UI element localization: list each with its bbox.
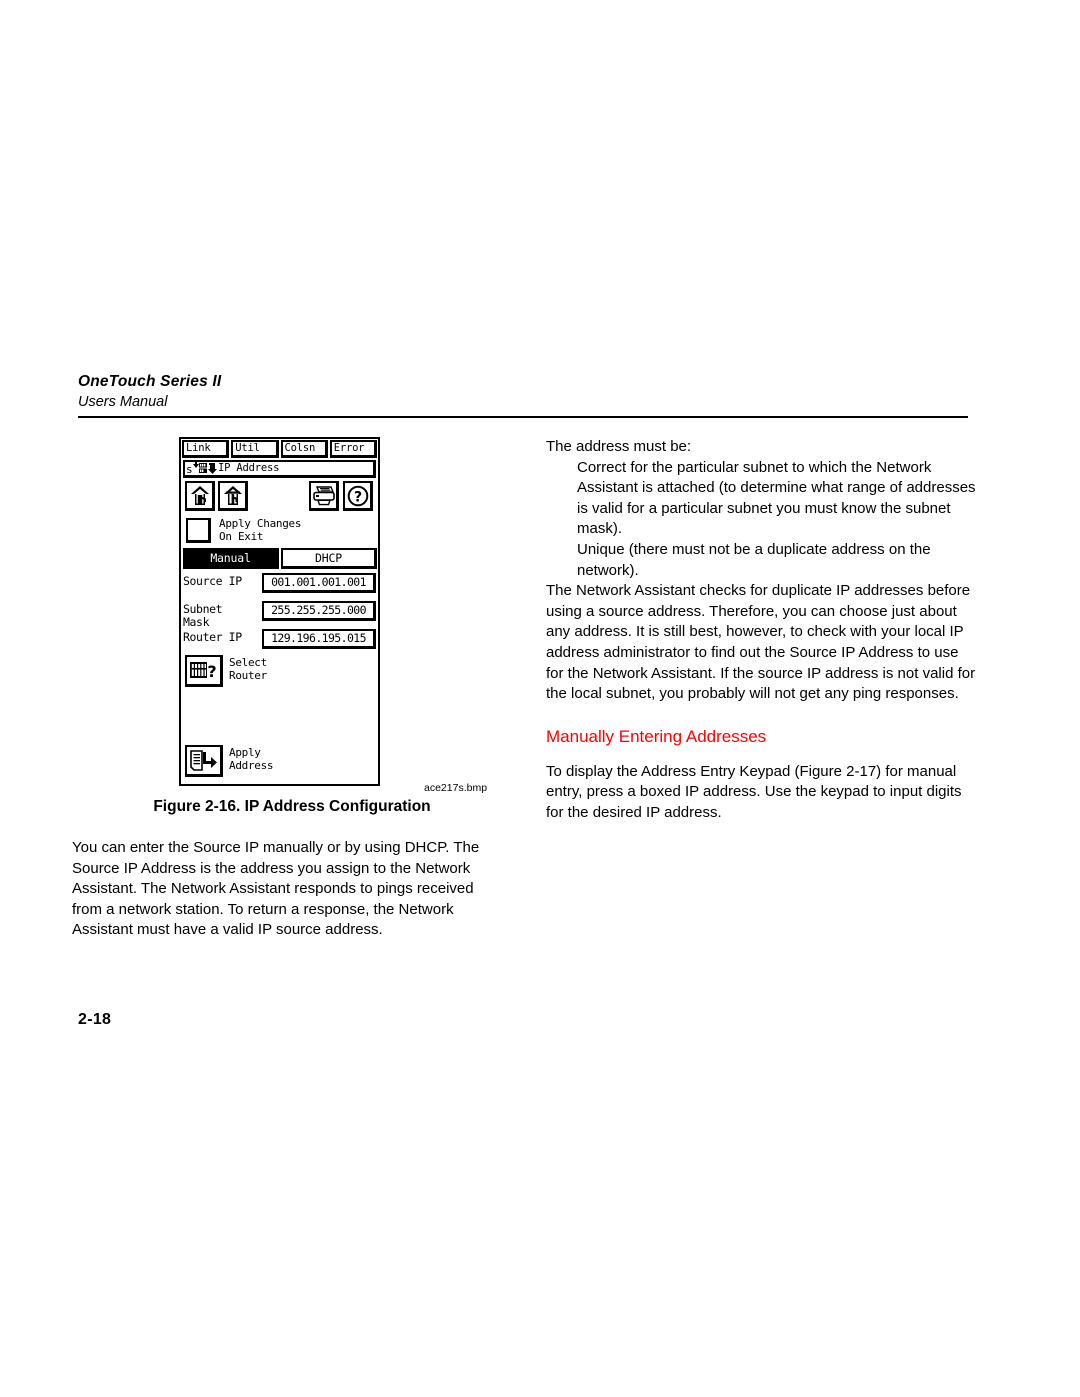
apply-changes-label: Apply Changes On Exit xyxy=(219,517,302,543)
source-ip-label: Source IP xyxy=(183,574,242,588)
duplicate-check-paragraph: The Network Assistant checks for duplica… xyxy=(546,582,976,703)
mode-tab-dhcp[interactable]: DHCP xyxy=(281,548,377,569)
exit-up-arrow-icon[interactable] xyxy=(185,481,215,511)
svg-text:?: ? xyxy=(207,662,216,681)
device-screenshot: Link Util Colsn Error s IP Address ? App… xyxy=(179,437,380,786)
title-bar-icon-group: s xyxy=(186,462,217,475)
left-column-body: You can enter the Source IP manually or … xyxy=(72,838,502,941)
mode-tab-manual[interactable]: Manual xyxy=(183,548,279,569)
device-toolbar: ? xyxy=(183,480,378,514)
keypad-instructions-paragraph: To display the Address Entry Keypad (Fig… xyxy=(546,762,962,821)
select-router-label: Select Router xyxy=(229,656,267,682)
section-heading-manually-entering-addresses: Manually Entering Addresses xyxy=(546,726,767,746)
subnet-mask-value[interactable]: 255.255.255.000 xyxy=(262,601,376,621)
apply-address-icon xyxy=(185,745,223,777)
help-question-icon[interactable]: ? xyxy=(343,481,373,511)
source-ip-value[interactable]: 001.001.001.001 xyxy=(262,573,376,593)
status-tab-link[interactable]: Link xyxy=(182,440,230,458)
apply-changes-on-exit-row: Apply Changes On Exit xyxy=(183,517,376,547)
heading-spacer xyxy=(546,705,978,726)
running-header: OneTouch Series II Users Manual xyxy=(78,372,968,412)
status-tab-util[interactable]: Util xyxy=(231,440,279,458)
left-body-paragraph: You can enter the Source IP manually or … xyxy=(72,839,480,939)
select-router-button[interactable]: ? Select Router xyxy=(183,655,373,689)
header-title: OneTouch Series II xyxy=(78,373,222,390)
router-ip-row: Router IP 129.196.195.015 xyxy=(183,629,378,651)
manual-page: OneTouch Series II Users Manual Link Uti… xyxy=(0,0,1080,1397)
page-number: 2-18 xyxy=(78,1011,112,1028)
device-status-tabs: Link Util Colsn Error xyxy=(181,439,378,459)
printer-icon[interactable] xyxy=(309,481,339,511)
header-divider xyxy=(78,416,968,418)
right-column: The address must be: Correct for the par… xyxy=(546,437,978,824)
apply-changes-checkbox[interactable] xyxy=(186,518,211,543)
ip-mode-tabs: Manual DHCP xyxy=(183,548,378,570)
device-title-bar: s IP Address xyxy=(183,460,376,478)
apply-address-button[interactable]: Apply Address xyxy=(183,745,373,779)
figure-file-label: ace217s.bmp xyxy=(424,782,488,794)
post-heading-spacer xyxy=(546,748,978,762)
status-tab-error[interactable]: Error xyxy=(329,440,377,458)
router-select-icon: ? xyxy=(185,655,223,687)
apply-address-label: Apply Address xyxy=(229,746,274,772)
requirement-item-unique: Unique (there must not be a duplicate ad… xyxy=(577,540,931,579)
link-down-icon xyxy=(208,463,217,474)
figure-caption: Figure 2-16. IP Address Configuration xyxy=(153,798,431,815)
source-ip-row: Source IP 001.001.001.001 xyxy=(183,573,378,595)
svg-text:s: s xyxy=(186,463,193,475)
up-one-level-arrow-icon[interactable] xyxy=(218,481,248,511)
speed-100mb-icon: s xyxy=(186,462,207,475)
address-requirements-intro: The address must be: xyxy=(546,438,692,455)
device-title-text: IP Address xyxy=(218,462,280,474)
header-subtitle: Users Manual xyxy=(78,394,168,410)
router-ip-value[interactable]: 129.196.195.015 xyxy=(262,629,376,649)
requirement-item-correct: Correct for the particular subnet to whi… xyxy=(577,458,976,538)
subnet-mask-label: Subnet Mask xyxy=(183,602,223,629)
subnet-mask-row: Subnet Mask 255.255.255.000 xyxy=(183,601,378,629)
svg-text:?: ? xyxy=(353,489,361,505)
router-ip-label: Router IP xyxy=(183,630,242,644)
status-tab-colsn[interactable]: Colsn xyxy=(280,440,328,458)
